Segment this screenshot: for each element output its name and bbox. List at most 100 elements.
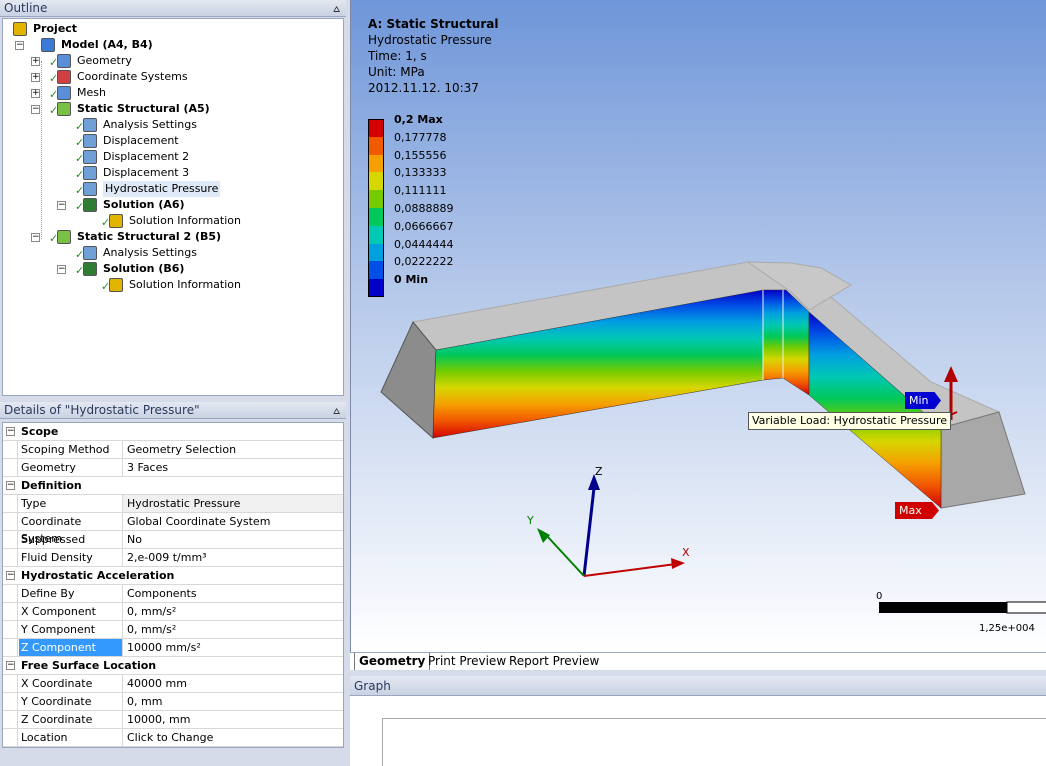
collapse-icon[interactable]: − [6,427,15,436]
tree-item[interactable]: − ✓ Static Structural (A5) [3,101,343,117]
tree-item[interactable]: − Model (A4, B4) [3,37,343,53]
details-value[interactable]: Hydrostatic Pressure [122,495,343,512]
graph-panel: Graph [350,676,1046,766]
details-value[interactable]: Global Coordinate System [122,513,343,530]
row-gutter [3,513,18,530]
outline-tree[interactable]: Project − Model (A4, B4) + ✓ Geometry + ✓ Coordi… [2,18,344,396]
tree-item[interactable]: ✓ Hydrostatic Pressure [3,181,343,197]
expand-icon[interactable]: + [31,57,40,66]
tab-print-preview[interactable]: Print Preview [424,653,510,670]
details-value[interactable]: 10000, mm [122,711,343,728]
details-value[interactable]: 40000 mm [122,675,343,692]
collapse-icon[interactable]: − [31,233,40,242]
details-row[interactable]: Geometry 3 Faces [3,459,343,477]
row-gutter [3,585,18,602]
pin-icon[interactable]: ⩟ [333,402,340,419]
axis-y-label: Y [526,514,534,527]
tree-item[interactable]: Project [3,21,343,37]
details-value[interactable]: 10000 mm/s² [122,639,343,656]
collapse-icon[interactable]: − [6,571,15,580]
collapse-icon[interactable]: − [57,265,66,274]
tree-item[interactable]: + ✓ Mesh [3,85,343,101]
tree-item[interactable]: ✓ Solution Information [3,277,343,293]
row-gutter [3,729,18,746]
tree-item[interactable]: ✓ Analysis Settings [3,117,343,133]
details-row[interactable]: Z Coordinate 10000, mm [3,711,343,729]
details-category[interactable]: − Definition [3,477,343,495]
details-row[interactable]: Location Click to Change [3,729,343,747]
details-row[interactable]: Scoping Method Geometry Selection [3,441,343,459]
tree-item[interactable]: + ✓ Coordinate Systems [3,69,343,85]
details-value[interactable]: 3 Faces [122,459,343,476]
row-gutter [3,549,18,566]
details-value[interactable]: No [122,531,343,548]
details-value[interactable]: Components [122,585,343,602]
details-header: Details of "Hydrostatic Pressure" ⩟ [0,402,346,419]
details-value[interactable]: 2,e-009 t/mm³ [122,549,343,566]
details-row[interactable]: Y Coordinate 0, mm [3,693,343,711]
details-label: Free Surface Location [21,659,157,672]
collapse-icon[interactable]: − [15,41,24,50]
details-row[interactable]: Suppressed No [3,531,343,549]
details-category[interactable]: − Scope [3,423,343,441]
details-value[interactable]: 0, mm [122,693,343,710]
geom-node-icon [57,54,71,68]
details-value[interactable]: 0, mm/s² [122,603,343,620]
details-label: Scoping Method [21,443,110,456]
expand-icon[interactable]: + [31,89,40,98]
tree-item[interactable]: − ✓ Solution (A6) [3,197,343,213]
details-row[interactable]: X Coordinate 40000 mm [3,675,343,693]
details-title: Details of "Hydrostatic Pressure" [4,403,200,417]
graph-plot[interactable] [382,718,1046,766]
tree-item[interactable]: ✓ Analysis Settings [3,245,343,261]
details-panel: Details of "Hydrostatic Pressure" ⩟ − Sco… [0,402,346,766]
details-row[interactable]: Define By Components [3,585,343,603]
max-tag[interactable]: Max [895,502,939,519]
tree-item[interactable]: ✓ Displacement 3 [3,165,343,181]
duct-geometry[interactable] [380,261,1026,509]
tree-item[interactable]: − ✓ Solution (B6) [3,261,343,277]
details-value[interactable]: 0, mm/s² [122,621,343,638]
pin-icon[interactable]: ⩟ [333,0,340,17]
outline-title: Outline [4,1,48,15]
details-label: Type [21,497,47,510]
tree-item-label: Solution Information [129,214,241,227]
sol-node-icon [83,198,97,212]
details-category[interactable]: − Hydrostatic Acceleration [3,567,343,585]
tree-item[interactable]: ✓ Displacement 2 [3,149,343,165]
tab-geometry[interactable]: Geometry [354,653,431,670]
row-gutter [3,495,18,512]
details-row[interactable]: Coordinate System Global Coordinate Syste… [3,513,343,545]
graph-area[interactable] [350,696,1046,766]
collapse-icon[interactable]: − [6,661,15,670]
tree-item[interactable]: ✓ Displacement [3,133,343,149]
tree-item[interactable]: + ✓ Geometry [3,53,343,69]
collapse-icon[interactable]: − [6,481,15,490]
axis-z-label: Z [595,465,603,478]
details-label: Fluid Density [21,551,93,564]
graph-header: Graph [350,676,1046,696]
outline-panel: Outline ⩟ Project − Model (A4, B4) + ✓ Geomet… [0,0,346,398]
details-row[interactable]: Y Component 0, mm/s² [3,621,343,639]
details-value[interactable]: Geometry Selection [122,441,343,458]
details-row[interactable]: Z Component 10000 mm/s² [3,639,343,657]
details-row[interactable]: X Component 0, mm/s² [3,603,343,621]
info-node-icon [109,278,123,292]
tree-item[interactable]: − ✓ Static Structural 2 (B5) [3,229,343,245]
model-view[interactable]: Z X Y 0 1,25e+004 [351,0,1046,652]
details-value[interactable]: Click to Change [122,729,343,746]
collapse-icon[interactable]: − [57,201,66,210]
row-gutter [3,621,18,638]
graphics-viewport[interactable]: A: Static Structural Hydrostatic Pressur… [350,0,1046,652]
tree-item[interactable]: ✓ Solution Information [3,213,343,229]
details-category[interactable]: − Free Surface Location [3,657,343,675]
min-tag[interactable]: Min [905,392,941,409]
row-gutter [3,531,18,548]
row-gutter [3,693,18,710]
expand-icon[interactable]: + [31,73,40,82]
details-row[interactable]: Type Hydrostatic Pressure [3,495,343,513]
details-row[interactable]: Fluid Density 2,e-009 t/mm³ [3,549,343,567]
sub-node-icon [83,182,97,196]
tab-report-preview[interactable]: Report Preview [505,653,603,670]
collapse-icon[interactable]: − [31,105,40,114]
